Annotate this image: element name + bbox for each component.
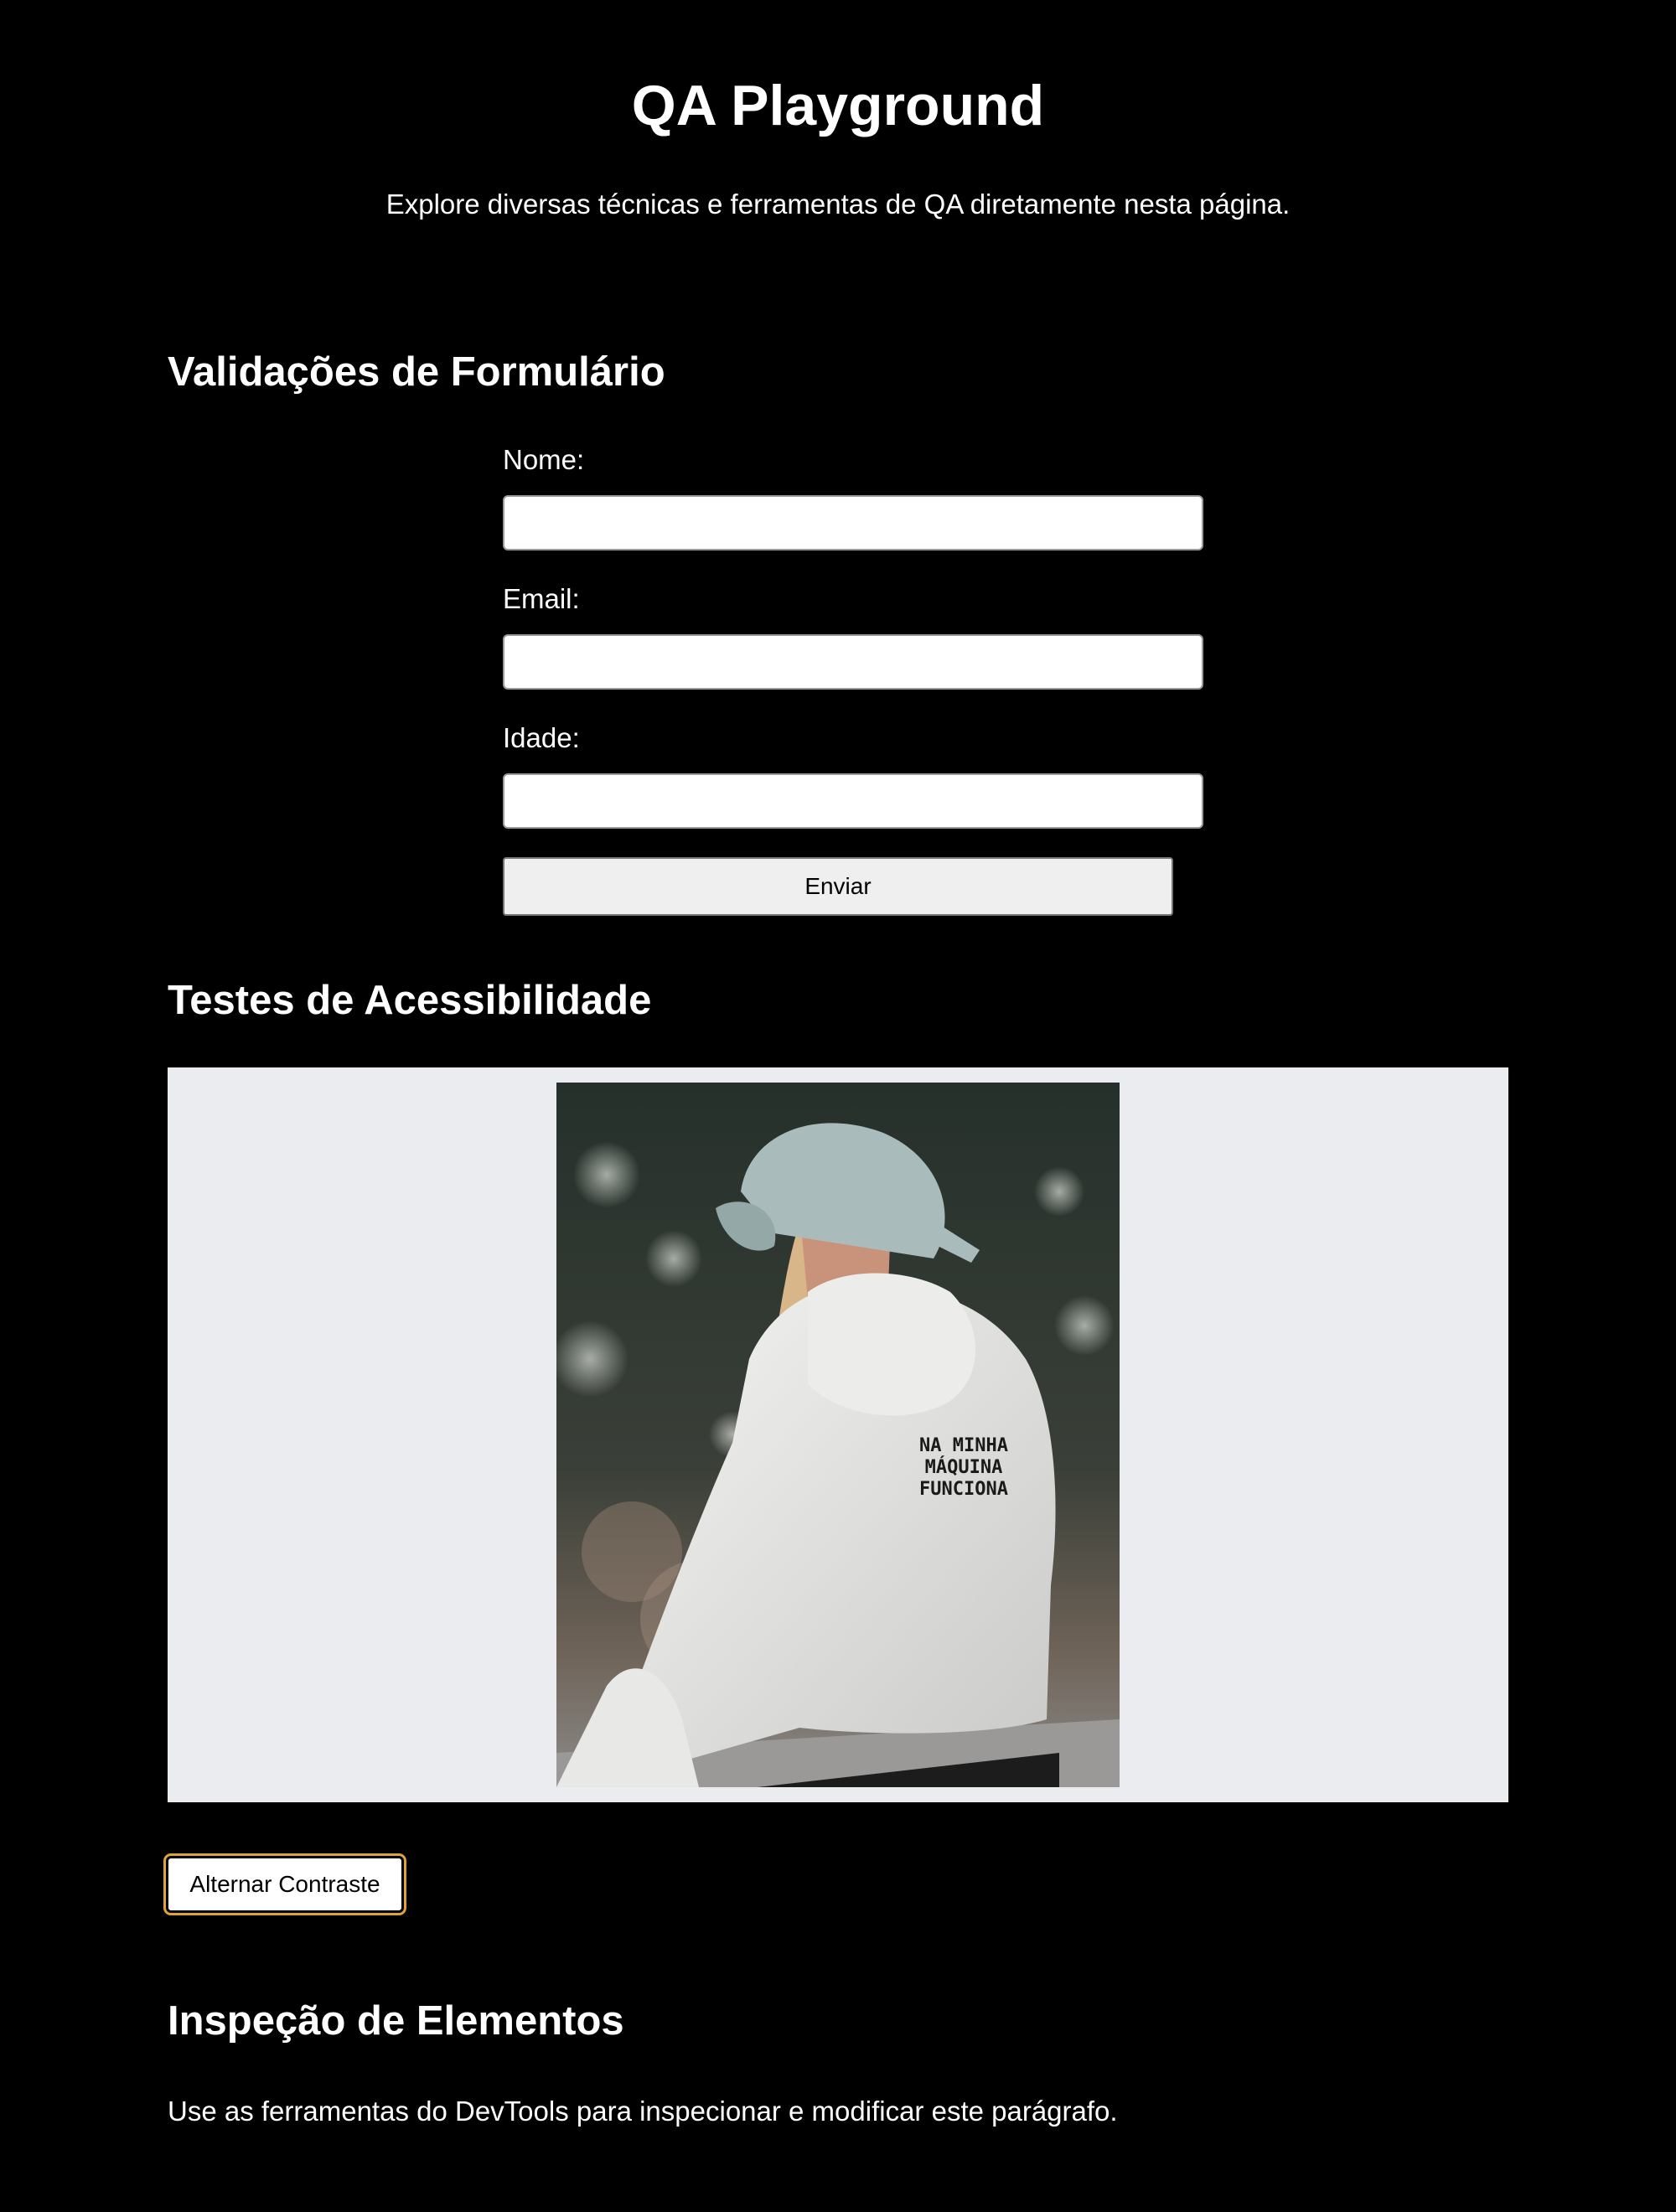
age-input[interactable] xyxy=(503,773,1203,829)
form-section-heading: Validações de Formulário xyxy=(168,349,665,395)
name-input[interactable] xyxy=(503,495,1203,550)
email-input[interactable] xyxy=(503,634,1203,690)
accessibility-section-heading: Testes de Acessibilidade xyxy=(168,978,652,1023)
hoodie-print-line-2: MÁQUINA xyxy=(925,1456,1003,1478)
hoodie-photo: NA MINHA MÁQUINA FUNCIONA xyxy=(556,1083,1120,1787)
hoodie-print-line-3: FUNCIONA xyxy=(919,1479,1008,1500)
hoodie-print-text: NA MINHA MÁQUINA FUNCIONA xyxy=(919,1435,1008,1500)
page-title: QA Playground xyxy=(631,74,1045,137)
hoodie-print-line-1: NA MINHA xyxy=(919,1435,1008,1456)
toggle-contrast-button[interactable]: Alternar Contraste xyxy=(166,1856,404,1913)
age-label: Idade: xyxy=(503,722,580,753)
image-panel: NA MINHA MÁQUINA FUNCIONA xyxy=(168,1067,1508,1802)
submit-button[interactable]: Enviar xyxy=(503,857,1173,916)
email-label: Email: xyxy=(503,583,580,614)
inspection-section-heading: Inspeção de Elementos xyxy=(168,1998,624,2044)
inspection-paragraph: Use as ferramentas do DevTools para insp… xyxy=(168,2096,1118,2127)
name-label: Nome: xyxy=(503,444,585,475)
photo-illustration: NA MINHA MÁQUINA FUNCIONA xyxy=(556,1083,1120,1787)
page-subtitle: Explore diversas técnicas e ferramentas … xyxy=(385,189,1291,220)
